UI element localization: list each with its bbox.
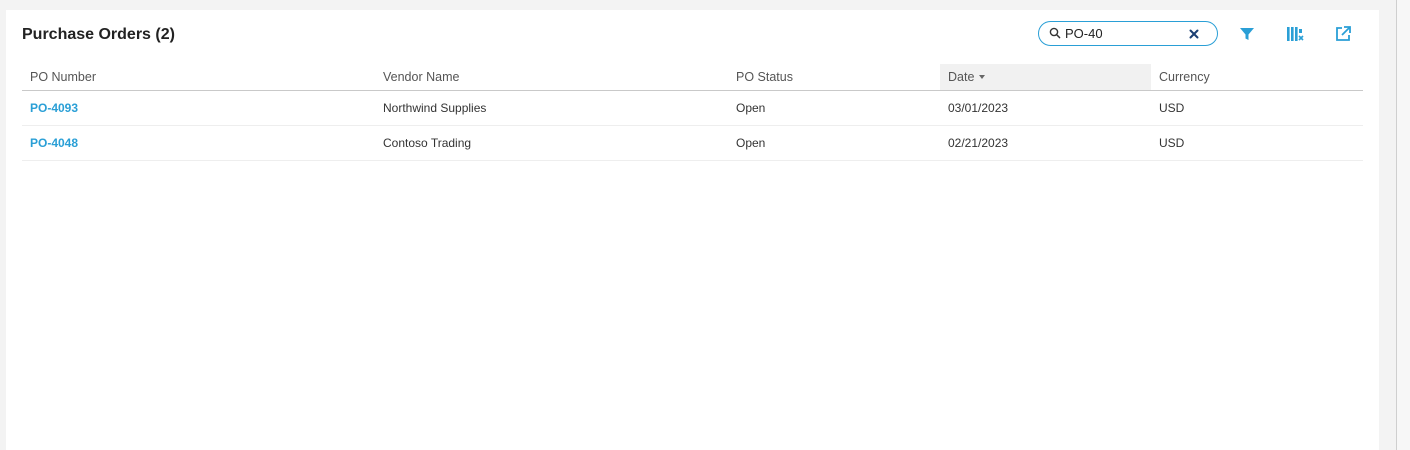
vertical-scrollbar[interactable]: [1396, 0, 1410, 450]
columns-settings-icon[interactable]: [1285, 24, 1305, 44]
page: Purchase Orders (2) PO-40 PO Number Vend…: [0, 0, 1410, 450]
search-box[interactable]: [1038, 21, 1218, 46]
column-header-vendor-name[interactable]: Vendor Name: [375, 64, 728, 90]
table-row[interactable]: PO-4048 Contoso Trading Open 02/21/2023 …: [22, 126, 1363, 161]
sort-descending-icon: [979, 75, 986, 79]
date-cell: 03/01/2023: [948, 101, 1009, 115]
column-header-label: Vendor Name: [383, 70, 460, 84]
column-header-label: Date: [948, 70, 975, 84]
filter-icon[interactable]: [1237, 24, 1257, 44]
column-header-label: PO Number: [30, 70, 96, 84]
column-header-label: Currency: [1159, 70, 1210, 84]
po-number-link[interactable]: PO-4048: [30, 136, 78, 150]
vendor-name-cell: Northwind Supplies: [383, 101, 487, 115]
page-title: Purchase Orders (2): [22, 26, 175, 43]
vendor-name-cell: Contoso Trading: [383, 136, 472, 150]
table-header-row: PO Number Vendor Name PO Status Date Cur…: [22, 64, 1363, 91]
po-status-cell: Open: [736, 136, 766, 150]
search-input[interactable]: [1065, 25, 1185, 42]
table-row[interactable]: PO-4093 Northwind Supplies Open 03/01/20…: [22, 91, 1363, 126]
purchase-orders-panel: Purchase Orders (2) PO-40 PO Number Vend…: [6, 10, 1379, 450]
column-header-currency[interactable]: Currency: [1151, 64, 1363, 90]
purchase-orders-table: PO Number Vendor Name PO Status Date Cur…: [22, 64, 1363, 161]
close-icon[interactable]: [1188, 28, 1200, 40]
po-number-link[interactable]: PO-4093: [30, 101, 78, 115]
currency-cell: USD: [1159, 136, 1185, 150]
po-status-cell: Open: [736, 101, 766, 115]
column-header-po-status[interactable]: PO Status: [728, 64, 940, 90]
column-header-date[interactable]: Date: [940, 64, 1151, 90]
column-header-label: PO Status: [736, 70, 793, 84]
currency-cell: USD: [1159, 101, 1185, 115]
export-icon[interactable]: [1333, 24, 1353, 44]
column-header-po-number[interactable]: PO Number: [22, 64, 375, 90]
date-cell: 02/21/2023: [948, 136, 1009, 150]
search-icon: [1049, 27, 1061, 39]
po-number-cell: PO-4048: [22, 126, 375, 160]
po-number-cell: PO-4093: [22, 91, 375, 125]
